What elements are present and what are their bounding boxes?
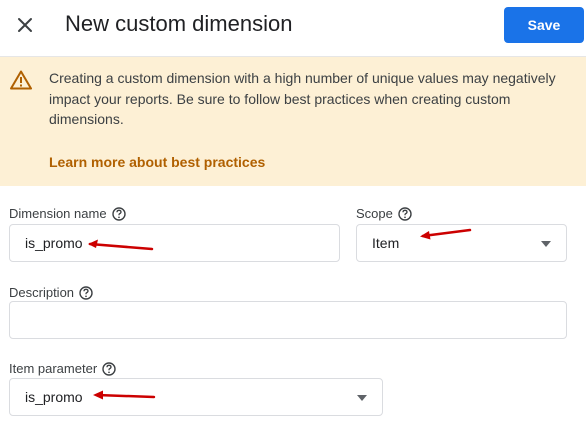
- red-arrow-annotation: [93, 390, 156, 400]
- red-arrow-annotation: [88, 239, 154, 251]
- dialog-title: New custom dimension: [65, 11, 293, 36]
- warning-icon: [10, 70, 32, 90]
- dimension-name-value: is_promo: [25, 235, 83, 251]
- help-circle-icon[interactable]: [79, 285, 93, 300]
- save-button[interactable]: Save: [504, 7, 584, 43]
- description-label-text: Description: [9, 285, 75, 300]
- warning-message: Creating a custom dimension with a high …: [49, 70, 556, 127]
- scope-label: Scope: [356, 206, 412, 221]
- description-input[interactable]: [9, 301, 567, 339]
- red-arrow-annotation: [420, 228, 472, 240]
- dimension-name-label-text: Dimension name: [9, 206, 107, 221]
- help-circle-icon[interactable]: [398, 206, 412, 221]
- help-circle-icon[interactable]: [102, 361, 116, 376]
- dialog-header: New custom dimension Save: [0, 0, 586, 57]
- learn-more-link[interactable]: Learn more about best practices: [49, 154, 265, 170]
- item-parameter-label: Item parameter: [9, 361, 116, 376]
- item-parameter-select[interactable]: is_promo: [9, 378, 383, 416]
- close-icon: [18, 18, 32, 32]
- dimension-name-label: Dimension name: [9, 206, 126, 221]
- description-label: Description: [9, 285, 93, 300]
- arrow-drop-down-icon: [541, 241, 551, 247]
- arrow-drop-down-icon: [357, 395, 367, 401]
- scope-label-text: Scope: [356, 206, 393, 221]
- scope-value: Item: [372, 235, 400, 251]
- dimension-name-input[interactable]: is_promo: [9, 224, 340, 262]
- item-parameter-value: is_promo: [25, 389, 83, 405]
- item-parameter-label-text: Item parameter: [9, 361, 98, 376]
- close-button[interactable]: [10, 10, 40, 40]
- help-circle-icon[interactable]: [111, 206, 126, 221]
